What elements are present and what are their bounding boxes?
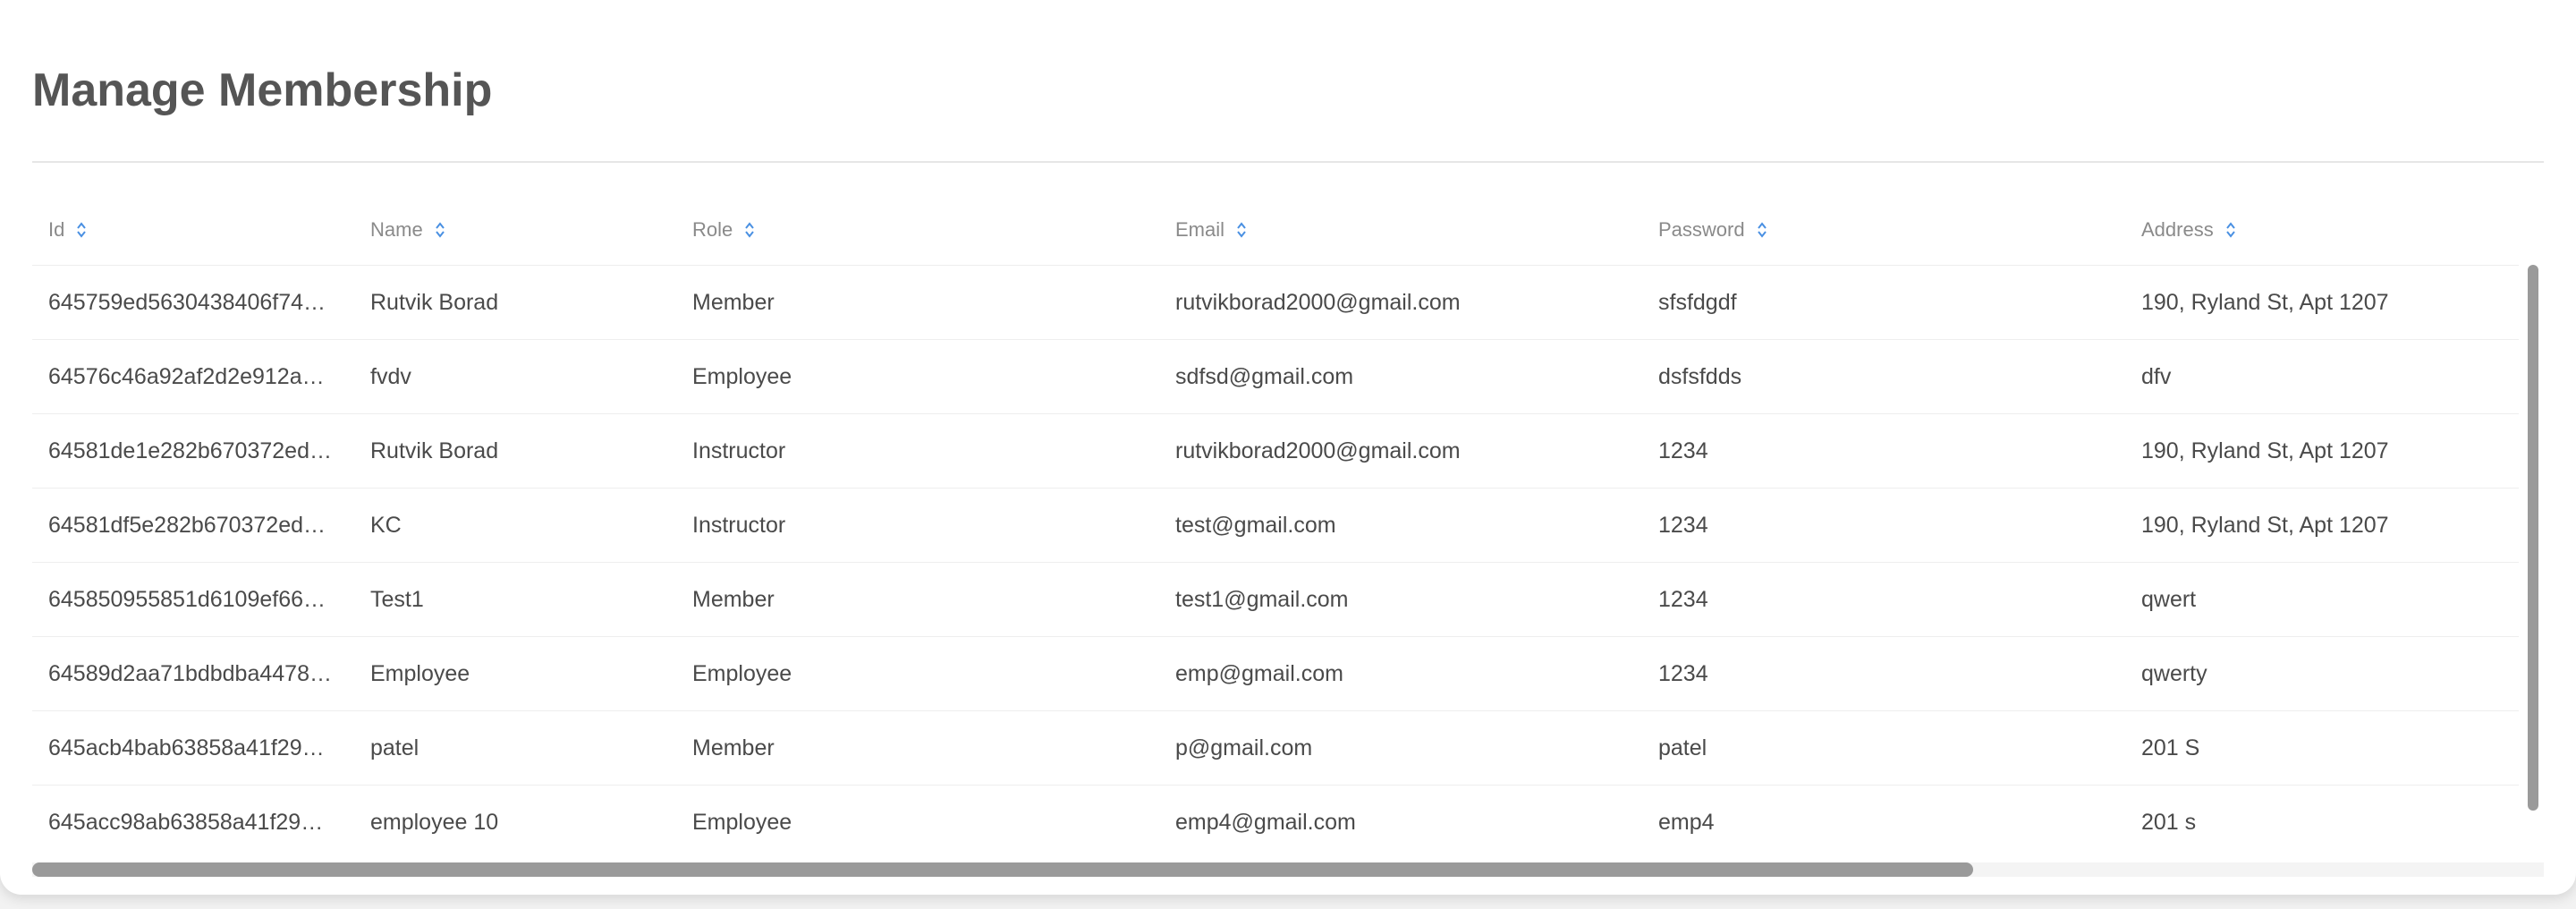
table-row[interactable]: 645759ed5630438406f74… Rutvik Borad Memb… xyxy=(32,265,2519,339)
cell-email: emp4@gmail.com xyxy=(1175,809,1356,835)
column-header-name[interactable]: Name xyxy=(370,195,446,265)
horizontal-scrollbar[interactable] xyxy=(32,862,1973,877)
membership-table: Id Name Role Email Password Address 6457… xyxy=(32,195,2544,857)
cell-role: Member xyxy=(692,586,775,612)
cell-name: Employee xyxy=(370,660,470,686)
table-row[interactable]: 64581df5e282b670372ed… KC Instructor tes… xyxy=(32,488,2519,562)
cell-email: emp@gmail.com xyxy=(1175,660,1343,686)
page-title: Manage Membership xyxy=(32,64,493,116)
cell-email: rutvikborad2000@gmail.com xyxy=(1175,438,1461,463)
membership-card: Manage Membership Id Name Role Email Pas… xyxy=(0,0,2576,895)
cell-role: Instructor xyxy=(692,512,786,538)
column-header-id[interactable]: Id xyxy=(48,195,88,265)
cell-name: fvdv xyxy=(370,363,411,389)
cell-email: p@gmail.com xyxy=(1175,735,1313,760)
cell-name: Rutvik Borad xyxy=(370,438,499,463)
column-header-email[interactable]: Email xyxy=(1175,195,1248,265)
table-row[interactable]: 64581de1e282b670372ed… Rutvik Borad Inst… xyxy=(32,413,2519,488)
cell-role: Employee xyxy=(692,363,792,389)
title-divider xyxy=(32,161,2544,163)
cell-password: emp4 xyxy=(1658,809,1715,835)
cell-password: 1234 xyxy=(1658,438,1708,463)
vertical-scrollbar[interactable] xyxy=(2528,265,2538,811)
cell-id: 645acb4bab63858a41f29… xyxy=(48,735,325,760)
column-header-address[interactable]: Address xyxy=(2141,195,2237,265)
table-header: Id Name Role Email Password Address xyxy=(32,195,2544,265)
cell-id: 64576c46a92af2d2e912a… xyxy=(48,364,325,389)
cell-role: Member xyxy=(692,735,775,760)
table-row[interactable]: 645acc98ab63858a41f29… employee 10 Emplo… xyxy=(32,785,2519,857)
column-header-label: Name xyxy=(370,218,423,241)
table-row[interactable]: 64576c46a92af2d2e912a… fvdv Employee sdf… xyxy=(32,339,2519,413)
sort-icon[interactable] xyxy=(75,220,88,240)
column-header-label: Role xyxy=(692,218,733,241)
cell-address: dfv xyxy=(2141,363,2172,389)
cell-address: 201 s xyxy=(2141,809,2197,835)
cell-id: 64581de1e282b670372ed… xyxy=(48,438,332,463)
cell-address: 190, Ryland St, Apt 1207 xyxy=(2141,289,2389,315)
column-header-label: Address xyxy=(2141,218,2214,241)
table-body: 645759ed5630438406f74… Rutvik Borad Memb… xyxy=(32,265,2519,857)
cell-address: qwerty xyxy=(2141,660,2207,686)
cell-name: patel xyxy=(370,735,419,760)
cell-password: sfsfdgdf xyxy=(1658,289,1737,315)
cell-name: employee 10 xyxy=(370,809,499,835)
cell-role: Instructor xyxy=(692,438,786,463)
column-header-label: Email xyxy=(1175,218,1225,241)
cell-address: qwert xyxy=(2141,586,2197,612)
column-header-password[interactable]: Password xyxy=(1658,195,1768,265)
cell-role: Member xyxy=(692,289,775,315)
cell-address: 201 S xyxy=(2141,735,2200,760)
cell-address: 190, Ryland St, Apt 1207 xyxy=(2141,512,2389,538)
cell-name: Test1 xyxy=(370,586,424,612)
sort-icon[interactable] xyxy=(2224,220,2237,240)
cell-email: test@gmail.com xyxy=(1175,512,1336,538)
column-header-label: Password xyxy=(1658,218,1745,241)
cell-email: test1@gmail.com xyxy=(1175,586,1349,612)
cell-role: Employee xyxy=(692,660,792,686)
sort-icon[interactable] xyxy=(743,220,756,240)
table-row[interactable]: 64589d2aa71bdbdba4478… Employee Employee… xyxy=(32,636,2519,710)
cell-password: 1234 xyxy=(1658,586,1708,612)
column-header-role[interactable]: Role xyxy=(692,195,756,265)
cell-id: 645acc98ab63858a41f29… xyxy=(48,810,324,835)
cell-address: 190, Ryland St, Apt 1207 xyxy=(2141,438,2389,463)
cell-password: 1234 xyxy=(1658,512,1708,538)
cell-password: 1234 xyxy=(1658,660,1708,686)
table-row[interactable]: 645850955851d6109ef66… Test1 Member test… xyxy=(32,562,2519,636)
column-header-label: Id xyxy=(48,218,65,241)
table-row[interactable]: 645acb4bab63858a41f29… patel Member p@gm… xyxy=(32,710,2519,785)
cell-password: dsfsfdds xyxy=(1658,363,1742,389)
cell-id: 645850955851d6109ef66… xyxy=(48,587,326,612)
cell-name: Rutvik Borad xyxy=(370,289,499,315)
cell-id: 64589d2aa71bdbdba4478… xyxy=(48,661,332,686)
cell-role: Employee xyxy=(692,809,792,835)
cell-name: KC xyxy=(370,512,402,538)
sort-icon[interactable] xyxy=(1756,220,1768,240)
sort-icon[interactable] xyxy=(1235,220,1248,240)
cell-id: 645759ed5630438406f74… xyxy=(48,290,326,315)
cell-email: rutvikborad2000@gmail.com xyxy=(1175,289,1461,315)
sort-icon[interactable] xyxy=(434,220,446,240)
cell-email: sdfsd@gmail.com xyxy=(1175,363,1354,389)
cell-id: 64581df5e282b670372ed… xyxy=(48,513,326,538)
cell-password: patel xyxy=(1658,735,1707,760)
